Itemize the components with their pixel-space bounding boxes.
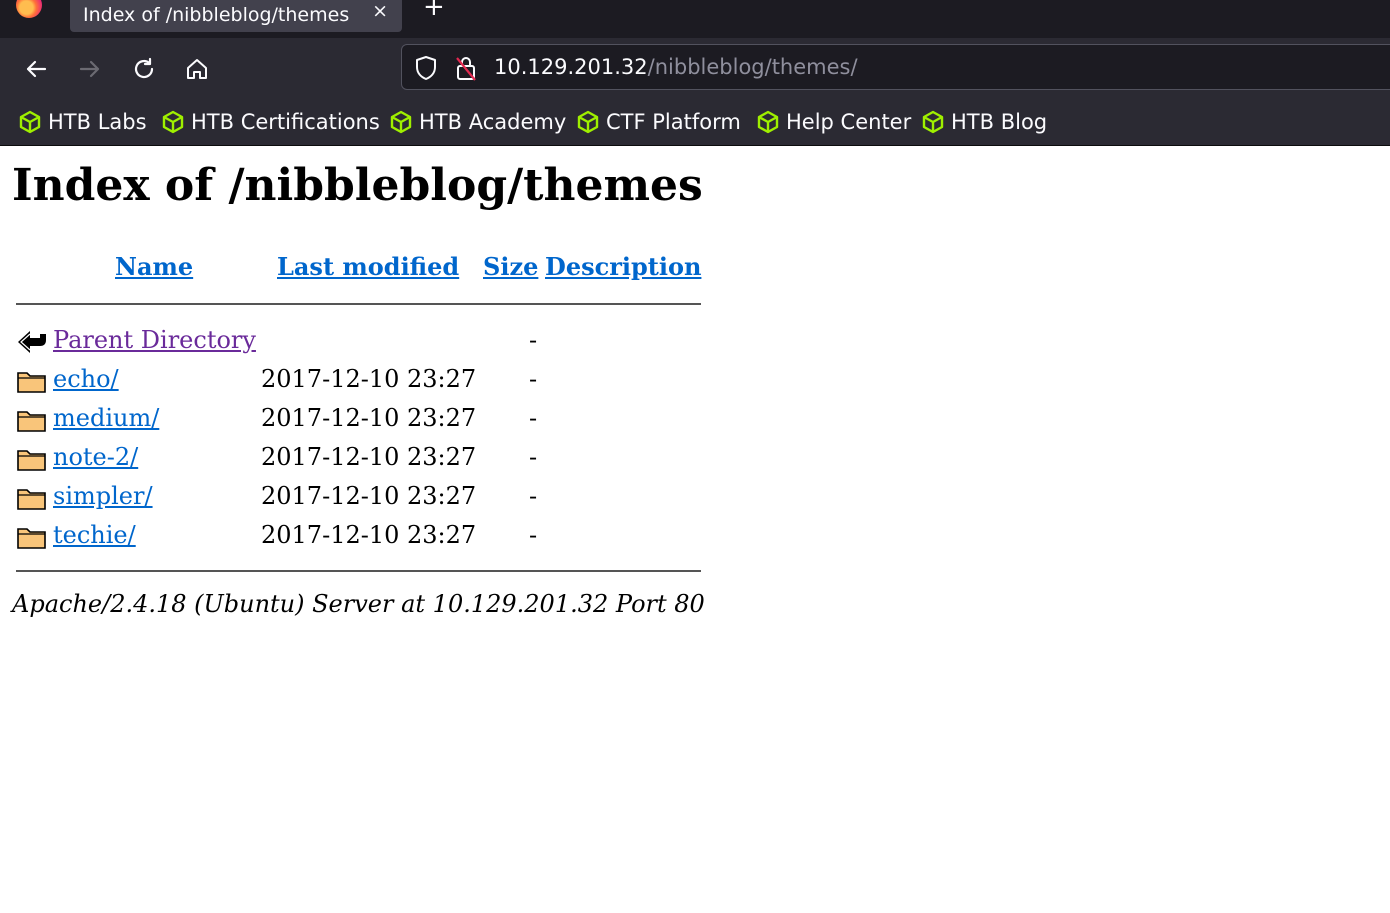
firefox-logo-icon[interactable] bbox=[16, 0, 42, 18]
entry-modified: 2017-12-10 23:27 bbox=[261, 365, 477, 393]
folder-icon bbox=[17, 372, 46, 393]
back-arrow-icon bbox=[26, 60, 47, 78]
entry-modified: 2017-12-10 23:27 bbox=[261, 404, 477, 432]
htb-cube-icon bbox=[922, 110, 944, 134]
forward-arrow-icon bbox=[79, 60, 100, 78]
column-header-size[interactable]: Size bbox=[483, 252, 538, 281]
tab-active[interactable]: Index of /nibbleblog/themes × bbox=[70, 0, 402, 32]
htb-cube-icon bbox=[577, 110, 599, 134]
entry-modified: 2017-12-10 23:27 bbox=[261, 521, 477, 549]
entry-size: - bbox=[529, 443, 538, 471]
reload-button[interactable] bbox=[127, 52, 161, 86]
folder-icon bbox=[17, 528, 46, 549]
bookmark-htb-labs[interactable]: HTB Labs bbox=[18, 108, 147, 136]
folder-icon bbox=[17, 411, 46, 432]
entry-size: - bbox=[529, 521, 538, 549]
htb-cube-icon bbox=[162, 110, 184, 134]
entry-link[interactable]: Parent Directory bbox=[53, 326, 256, 354]
column-header-description[interactable]: Description bbox=[545, 252, 701, 281]
folder-icon bbox=[17, 450, 46, 471]
bookmarks-toolbar: HTB Labs HTB Certifications HTB Academy … bbox=[0, 100, 1390, 146]
home-icon bbox=[187, 59, 207, 79]
insecure-lock-icon[interactable] bbox=[454, 54, 478, 82]
home-button[interactable] bbox=[180, 52, 214, 86]
bookmark-label: CTF Platform bbox=[606, 110, 741, 134]
tab-close-icon[interactable]: × bbox=[372, 0, 388, 22]
bookmark-htb-blog[interactable]: HTB Blog bbox=[921, 108, 1047, 136]
url-host: 10.129.201.32 bbox=[494, 55, 648, 79]
entry-link[interactable]: techie/ bbox=[53, 521, 136, 549]
page-title: Index of /nibbleblog/themes bbox=[12, 160, 703, 211]
htb-cube-icon bbox=[757, 110, 779, 134]
bookmark-label: HTB Certifications bbox=[191, 110, 380, 134]
bookmark-htb-academy[interactable]: HTB Academy bbox=[389, 108, 566, 136]
entry-link[interactable]: echo/ bbox=[53, 365, 119, 393]
entry-size: - bbox=[529, 482, 538, 510]
htb-cube-icon bbox=[19, 110, 41, 134]
forward-button[interactable] bbox=[73, 52, 107, 86]
bookmark-htb-certifications[interactable]: HTB Certifications bbox=[161, 108, 380, 136]
entry-size: - bbox=[529, 404, 538, 432]
bookmark-label: Help Center bbox=[786, 110, 912, 134]
tab-strip: Index of /nibbleblog/themes × + bbox=[0, 0, 1390, 38]
entry-size: - bbox=[529, 326, 538, 354]
url-path: /nibbleblog/themes/ bbox=[647, 55, 858, 79]
bookmark-label: HTB Blog bbox=[951, 110, 1048, 134]
footer-divider bbox=[16, 570, 701, 572]
bookmark-label: HTB Labs bbox=[48, 110, 147, 134]
entry-link[interactable]: simpler/ bbox=[53, 482, 153, 510]
reload-icon bbox=[134, 57, 154, 79]
folder-icon bbox=[17, 489, 46, 510]
entry-link[interactable]: note-2/ bbox=[53, 443, 138, 471]
back-arrow-icon bbox=[18, 331, 46, 353]
page-content: Index of /nibbleblog/themes Name Last mo… bbox=[0, 146, 1390, 913]
new-tab-button[interactable]: + bbox=[423, 0, 445, 22]
url-bar[interactable]: 10.129.201.32/nibbleblog/themes/ bbox=[401, 44, 1390, 90]
tab-title: Index of /nibbleblog/themes bbox=[83, 4, 350, 26]
entry-modified: 2017-12-10 23:27 bbox=[261, 482, 477, 510]
server-signature: Apache/2.4.18 (Ubuntu) Server at 10.129.… bbox=[12, 590, 705, 618]
htb-cube-icon bbox=[390, 110, 412, 134]
back-button[interactable] bbox=[19, 52, 53, 86]
entry-size: - bbox=[529, 365, 538, 393]
header-divider bbox=[16, 303, 701, 305]
nav-bar: 10.129.201.32/nibbleblog/themes/ bbox=[0, 38, 1390, 100]
bookmark-label: HTB Academy bbox=[419, 110, 567, 134]
entry-modified: 2017-12-10 23:27 bbox=[261, 443, 477, 471]
bookmark-ctf-platform[interactable]: CTF Platform bbox=[576, 108, 741, 136]
bookmark-help-center[interactable]: Help Center bbox=[756, 108, 911, 136]
shield-icon[interactable] bbox=[414, 55, 438, 81]
column-header-last-modified[interactable]: Last modified bbox=[277, 252, 459, 281]
entry-link[interactable]: medium/ bbox=[53, 404, 159, 432]
url-text[interactable]: 10.129.201.32/nibbleblog/themes/ bbox=[494, 55, 858, 79]
column-header-name[interactable]: Name bbox=[115, 252, 193, 281]
